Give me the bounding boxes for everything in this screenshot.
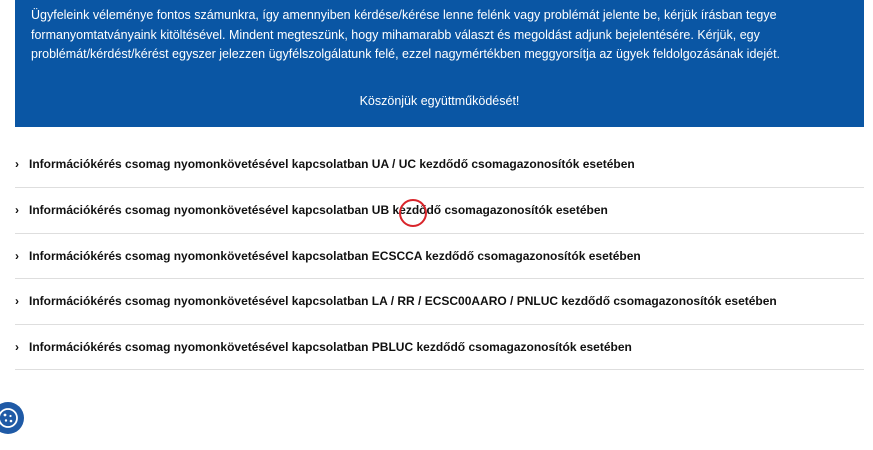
accordion-item-ecscca[interactable]: › Információkérés csomag nyomonkövetésév… xyxy=(15,234,864,279)
notice-thanks: Köszönjük együttműködését! xyxy=(359,94,520,108)
request-accordion: › Információkérés csomag nyomonkövetésév… xyxy=(15,141,864,370)
cookie-settings-button[interactable] xyxy=(0,402,24,434)
chevron-right-icon: › xyxy=(15,339,19,354)
notice-paragraph: Ügyfeleink véleménye fontos számunkra, í… xyxy=(31,8,781,61)
accordion-item-la-rr[interactable]: › Információkérés csomag nyomonkövetésév… xyxy=(15,279,864,325)
chevron-right-icon: › xyxy=(15,203,19,218)
cookie-icon xyxy=(0,408,18,428)
accordion-item-label: Információkérés csomag nyomonkövetésével… xyxy=(29,294,777,309)
accordion-item-label: Információkérés csomag nyomonkövetésével… xyxy=(29,248,641,263)
accordion-item-pbluc[interactable]: › Információkérés csomag nyomonkövetésév… xyxy=(15,325,864,370)
chevron-right-icon: › xyxy=(15,248,19,263)
accordion-item-label: Információkérés csomag nyomonkövetésével… xyxy=(29,339,632,354)
chevron-right-icon: › xyxy=(15,294,19,309)
accordion-item-label: Információkérés csomag nyomonkövetésével… xyxy=(29,157,635,171)
accordion-item-ub[interactable]: › Információkérés csomag nyomonkövetésév… xyxy=(15,188,864,234)
highlight-circle xyxy=(399,199,427,227)
info-notice-banner: Ügyfeleink véleménye fontos számunkra, í… xyxy=(15,0,864,127)
chevron-right-icon: › xyxy=(15,157,19,171)
accordion-item-label: Információkérés csomag nyomonkövetésével… xyxy=(29,203,608,218)
accordion-item-ua-uc[interactable]: › Információkérés csomag nyomonkövetésév… xyxy=(15,141,864,188)
